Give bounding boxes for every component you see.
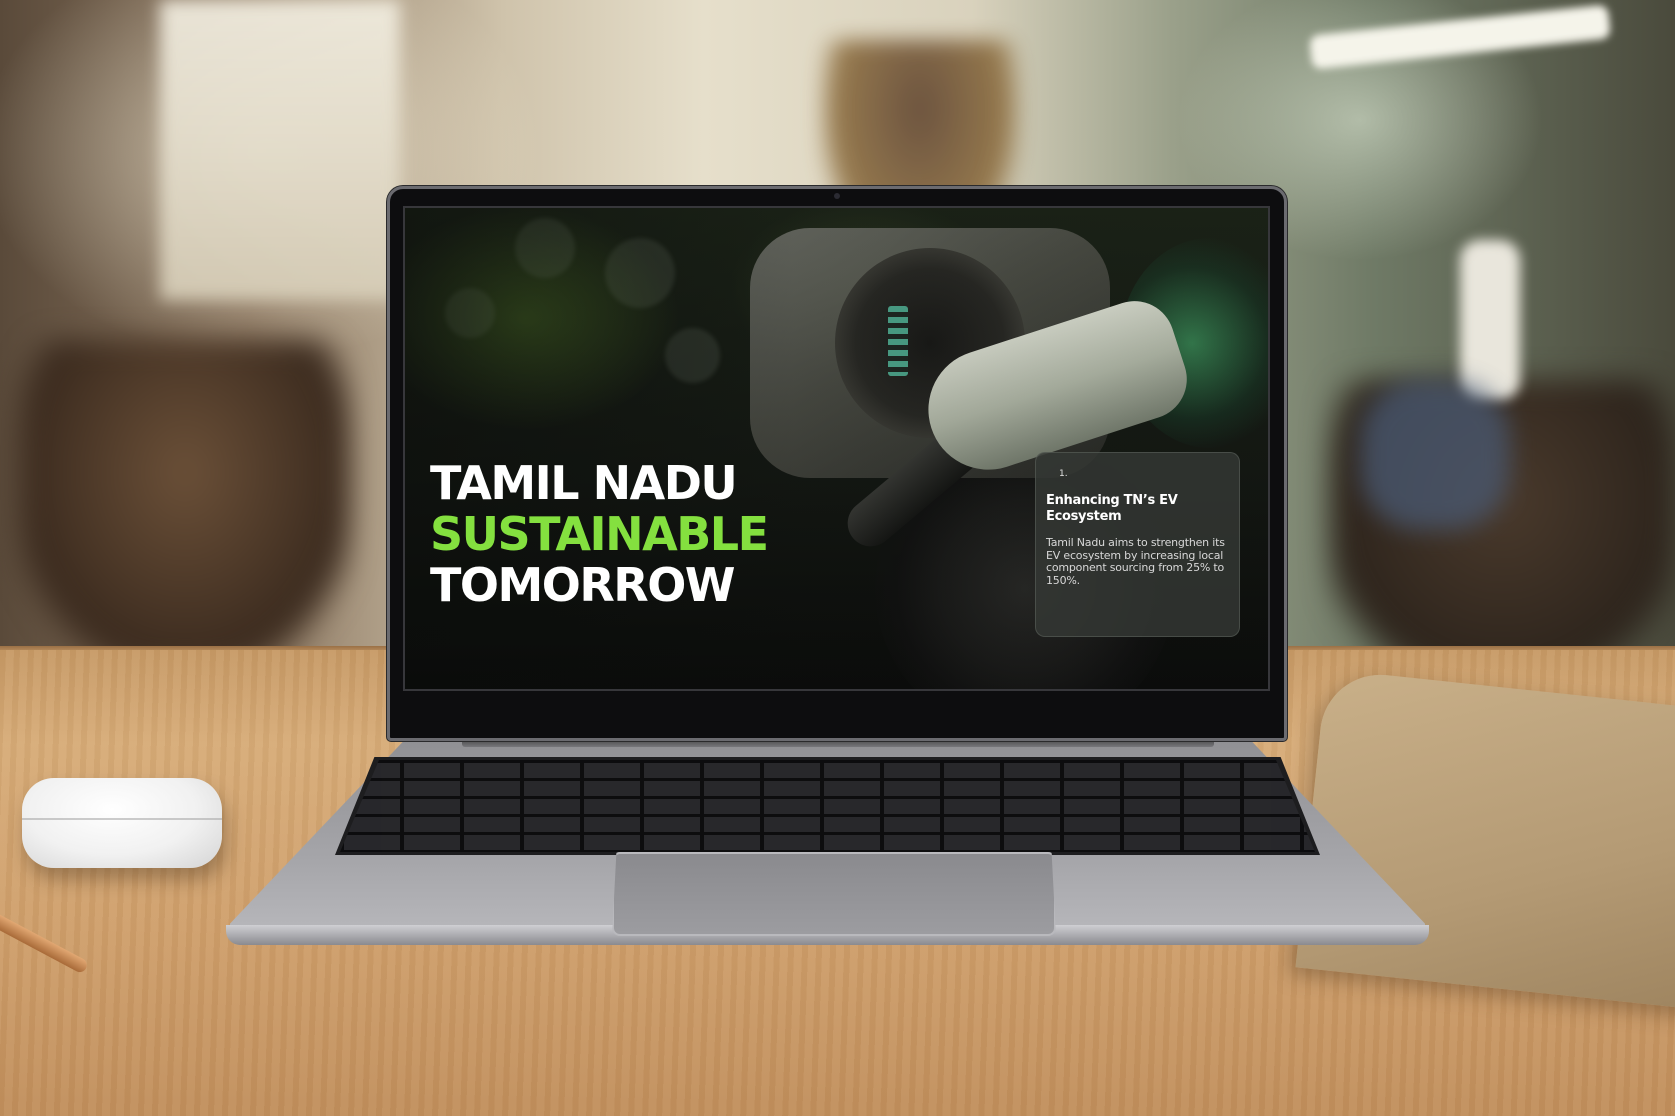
leather-folder <box>1295 668 1675 1012</box>
earbuds-case-seam <box>22 818 222 820</box>
photo-scene: TAMIL NADU SUSTAINABLE TOMORROW 1. Enhan… <box>0 0 1675 1116</box>
background-lamp <box>1309 4 1611 70</box>
headline-line-2: SUSTAINABLE <box>430 507 769 561</box>
laptop-screen: TAMIL NADU SUSTAINABLE TOMORROW 1. Enhan… <box>403 206 1270 691</box>
card-title: Enhancing TN’s EV Ecosystem <box>1046 493 1178 524</box>
headline-line-3: TOMORROW <box>430 558 736 612</box>
slide-headline: TAMIL NADU SUSTAINABLE TOMORROW <box>430 456 769 612</box>
info-card: 1. Enhancing TN’s EV Ecosystem Tamil Nad… <box>1035 452 1240 637</box>
background-window <box>160 0 400 300</box>
background-chair-left <box>20 340 350 670</box>
card-body: Tamil Nadu aims to strengthen its EV eco… <box>1046 536 1225 587</box>
headline-line-1: TAMIL NADU <box>430 456 738 510</box>
card-number: 1. <box>1059 469 1068 479</box>
keyboard-keys <box>340 760 1315 852</box>
webcam-icon <box>834 193 840 199</box>
background-bottle <box>1460 240 1520 400</box>
laptop-trackpad <box>612 852 1056 936</box>
background-person-right <box>1360 380 1510 530</box>
earbuds-case <box>22 778 222 868</box>
